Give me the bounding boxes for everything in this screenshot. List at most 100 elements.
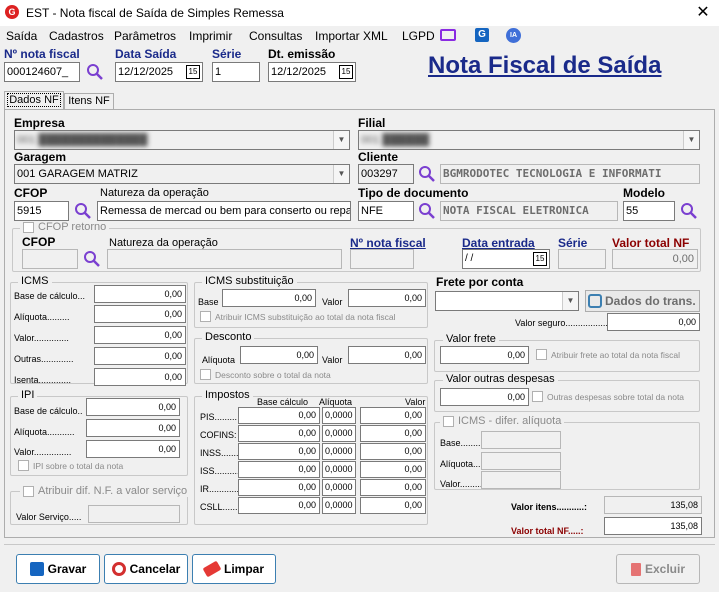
impostos-row: INSS....... 0,00 0,0000 0,00 [198,443,426,461]
ipi-aliquota-input[interactable]: 0,00 [86,419,180,437]
garagem-select[interactable]: 001 GARAGEM MATRIZ ▼ [14,164,350,184]
tab-itens-nf[interactable]: Itens NF [64,93,114,110]
desconto-valor-input[interactable]: 0,00 [348,346,426,364]
ipi-base-input[interactable]: 0,00 [86,398,180,416]
icms-st-base-label: Base [198,297,219,307]
outras-despesas-checkbox[interactable]: Outras despesas sobre total da nota [532,391,684,402]
menu-saida[interactable]: Saída [6,29,37,43]
calendar-icon[interactable]: 15 [339,65,353,79]
icms-base-input[interactable]: 0,00 [94,285,186,303]
ipi-base-label: Base de cálculo.. [14,406,83,416]
search-icon[interactable] [74,202,92,220]
icms-dif-valor-input [481,471,561,489]
serie-input[interactable]: 1 [212,62,260,82]
valor-itens-field: 135,08 [604,496,702,514]
window-title: EST - Nota fiscal de Saída de Simples Re… [26,6,284,20]
close-icon[interactable]: ✕ [694,2,712,22]
chevron-down-icon[interactable]: ▼ [683,131,699,149]
calendar-icon[interactable]: 15 [533,252,547,266]
icms-dif-valor-label: Valor.......... [440,479,485,489]
valor-servico-label: Valor Serviço..... [16,512,82,522]
search-icon[interactable] [418,202,436,220]
menu-imprimir[interactable]: Imprimir [189,29,232,43]
dt-emissao-input[interactable]: 12/12/2025 15 [268,62,356,82]
monitor-icon[interactable] [440,29,456,41]
ipi-checkbox[interactable]: IPI sobre o total da nota [18,460,123,471]
dt-emissao-label: Dt. emissão [268,47,336,61]
frete-conta-select[interactable]: ▼ [435,291,579,311]
menu-consultas[interactable]: Consultas [249,29,302,43]
icms-dif-base-input [481,431,561,449]
menu-lgpd[interactable]: LGPD [402,29,435,43]
icms-isenta-label: Isenta............. [14,375,72,385]
valor-total-label: Valor total NF.....: [511,526,584,536]
search-icon[interactable] [680,202,698,220]
icms-st-base-input[interactable]: 0,00 [222,289,316,307]
data-entrada-label: Data entrada [462,236,535,250]
trash-icon [630,562,641,576]
ia-icon[interactable]: IA [506,28,521,43]
g-icon[interactable]: G [475,28,489,42]
atribuir-checkbox[interactable]: Atribuir dif. N.F. a valor serviço [20,485,191,497]
nota-retorno-input[interactable] [350,249,414,269]
serie-retorno-input[interactable] [558,249,606,269]
empresa-select[interactable]: 001 ██████████████ ▼ [14,130,350,150]
dados-trans-button[interactable]: Dados do trans. [585,290,700,312]
impostos-row: IR............ 0,00 0,0000 0,00 [198,479,426,497]
desconto-aliquota-input[interactable]: 0,00 [240,346,318,364]
menu-parametros[interactable]: Parâmetros [114,29,176,43]
icms-valor-input[interactable]: 0,00 [94,326,186,344]
calendar-icon[interactable]: 15 [186,65,200,79]
app-logo-icon: G [5,5,19,19]
cfop-retorno-input[interactable] [22,249,78,269]
natureza-input[interactable]: Remessa de mercad ou bem para conserto o… [97,201,351,221]
tab-dados-nf[interactable]: Dados NF [4,91,64,110]
modelo-input[interactable]: 55 [623,201,675,221]
data-entrada-input[interactable]: / /15 [462,249,550,269]
ipi-valor-input[interactable]: 0,00 [86,440,180,458]
cfop-label: CFOP [14,186,48,200]
filial-label: Filial [358,116,386,130]
tipo-doc-input[interactable]: NFE [358,201,414,221]
copy-icon [588,294,602,308]
excluir-button[interactable]: Excluir [616,554,700,584]
outras-despesas-input[interactable]: 0,00 [440,388,529,406]
icms-dif-checkbox[interactable]: ICMS - difer. alíquota [440,415,565,427]
limpar-button[interactable]: Limpar [192,554,276,584]
search-icon[interactable] [418,165,436,183]
frete-conta-label: Frete por conta [436,275,524,289]
icms-isenta-input[interactable]: 0,00 [94,368,186,386]
chevron-down-icon[interactable]: ▼ [562,292,578,310]
menu-importar-xml[interactable]: Importar XML [315,29,388,43]
desconto-valor-label: Valor [322,355,343,365]
cfop-input[interactable]: 5915 [14,201,69,221]
search-icon[interactable] [86,63,104,81]
frete-checkbox[interactable]: Atribuir frete ao total da nota fiscal [536,349,680,360]
ipi-aliquota-label: Alíquota........... [14,427,75,437]
nota-input[interactable]: 000124607_ [4,62,80,82]
menu-cadastros[interactable]: Cadastros [49,29,104,43]
icms-st-checkbox[interactable]: Atribuir ICMS substituição ao total da n… [200,311,395,322]
desconto-aliquota-label: Alíquota [202,355,236,365]
desconto-checkbox[interactable]: Desconto sobre o total da nota [200,369,331,380]
search-icon[interactable] [83,250,101,268]
data-saida-input[interactable]: 12/12/2025 15 [115,62,203,82]
icms-st-valor-input[interactable]: 0,00 [348,289,426,307]
valor-frete-input[interactable]: 0,00 [440,346,529,364]
impostos-col-valor: Valor [405,397,426,407]
data-saida-label: Data Saída [115,47,177,61]
chevron-down-icon[interactable]: ▼ [333,165,349,183]
icms-base-label: Base de cálculo... [14,291,86,301]
gravar-button[interactable]: Gravar [16,554,100,584]
valor-seguro-input[interactable]: 0,00 [607,313,700,331]
valor-total-retorno-label: Valor total NF [612,236,690,250]
eraser-icon [202,560,222,578]
cfop-retorno-checkbox[interactable]: CFOP retorno [20,221,110,233]
chevron-down-icon[interactable]: ▼ [333,131,349,149]
impostos-title: Impostos [202,389,253,401]
icms-outras-input[interactable]: 0,00 [94,347,186,365]
cliente-code-input[interactable]: 003297 [358,164,414,184]
cancelar-button[interactable]: Cancelar [104,554,188,584]
filial-select[interactable]: 001 ██████ ▼ [358,130,700,150]
icms-aliquota-input[interactable]: 0,00 [94,305,186,323]
